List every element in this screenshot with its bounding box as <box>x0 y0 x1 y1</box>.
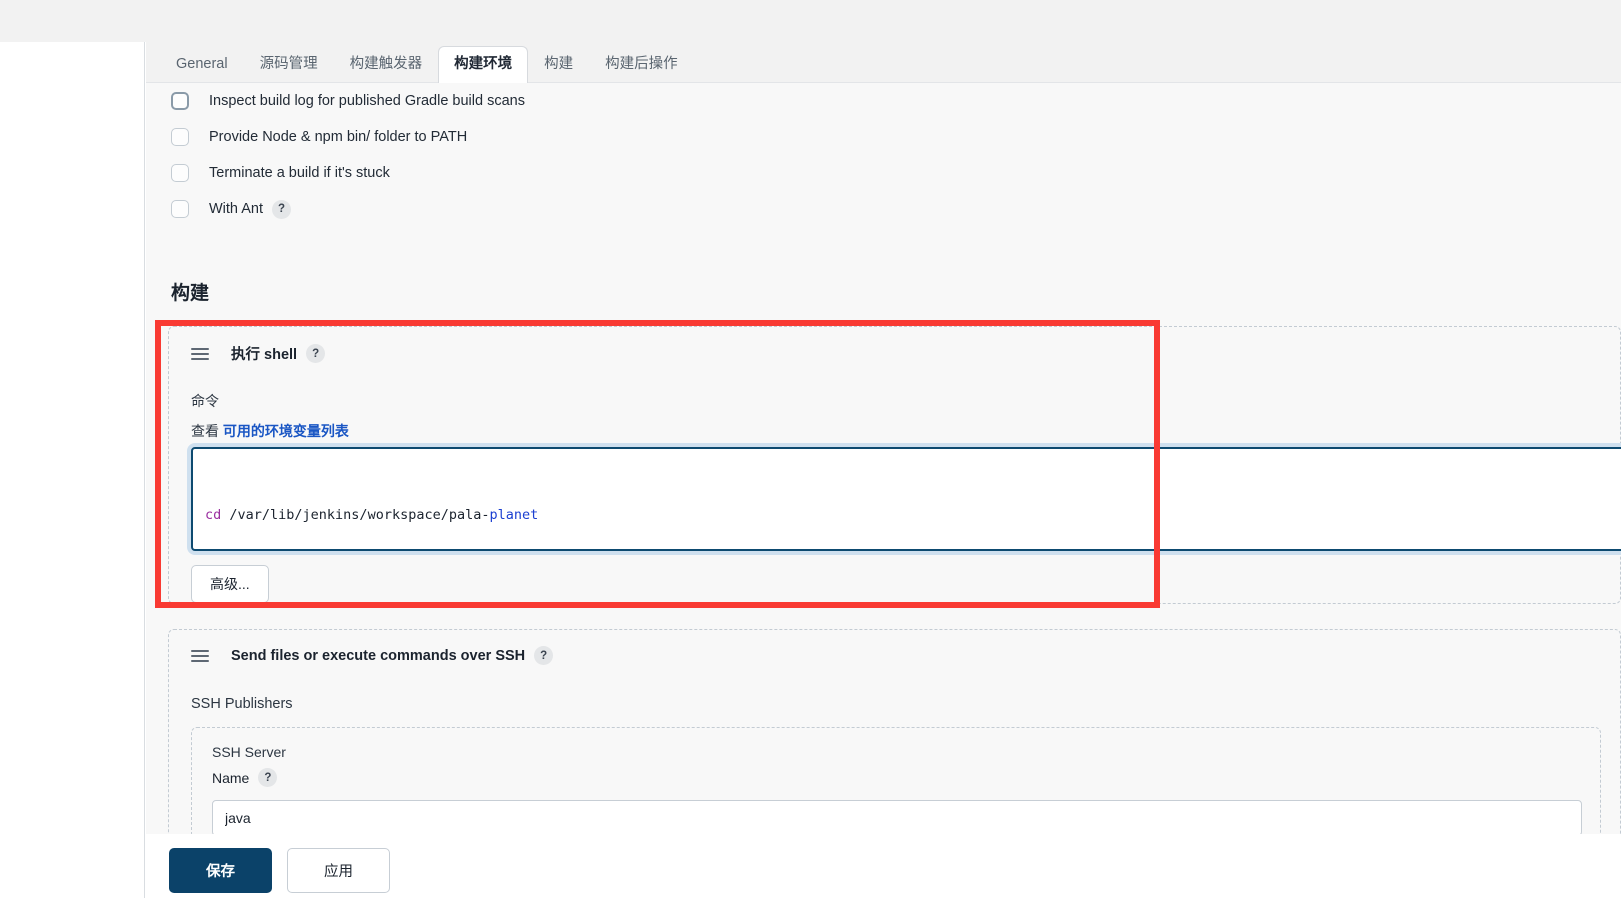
build-environment-options: Inspect build log for published Gradle b… <box>146 83 1621 227</box>
code-token: cd <box>205 507 222 523</box>
apply-button[interactable]: 应用 <box>287 848 390 893</box>
main-content: General 源码管理 构建触发器 构建环境 构建 构建后操作 Inspect… <box>146 42 1621 898</box>
advanced-button[interactable]: 高级... <box>191 565 269 603</box>
save-button[interactable]: 保存 <box>169 848 272 893</box>
config-tab-bar: General 源码管理 构建触发器 构建环境 构建 构建后操作 <box>146 42 1621 83</box>
checkbox-inspect-build-log[interactable] <box>171 92 189 110</box>
help-icon[interactable]: ? <box>306 344 326 363</box>
form-action-bar: 保存 应用 <box>169 848 390 893</box>
code-content[interactable]: cd /var/lib/jenkins/workspace/pala-plane… <box>193 449 1621 549</box>
tab-build[interactable]: 构建 <box>528 46 589 83</box>
option-label: With Ant <box>209 201 263 217</box>
help-icon[interactable]: ? <box>534 646 554 665</box>
ssh-publishers-label: SSH Publishers <box>191 696 293 712</box>
code-token: planet <box>489 507 539 523</box>
option-label: Provide Node & npm bin/ folder to PATH <box>209 129 468 145</box>
tab-scm[interactable]: 源码管理 <box>244 46 334 83</box>
drag-handle-icon[interactable] <box>191 649 209 662</box>
ssh-name-label: Name <box>212 769 250 786</box>
ssh-server-name-input[interactable] <box>212 800 1582 836</box>
help-icon[interactable]: ? <box>258 768 278 787</box>
left-sidebar <box>0 42 145 898</box>
env-vars-hint: 查看 可用的环境变量列表 <box>191 421 349 441</box>
app-root: General 源码管理 构建触发器 构建环境 构建 构建后操作 Inspect… <box>0 0 1621 898</box>
tab-post-build[interactable]: 构建后操作 <box>589 46 694 83</box>
help-icon[interactable]: ? <box>272 199 291 219</box>
option-row-gradle-scan[interactable]: Inspect build log for published Gradle b… <box>146 83 1621 119</box>
hint-prefix: 查看 <box>191 423 219 439</box>
option-label: Inspect build log for published Gradle b… <box>209 93 525 109</box>
option-row-node-npm[interactable]: Provide Node & npm bin/ folder to PATH <box>146 119 1621 155</box>
step-title: 执行 shell <box>231 347 298 363</box>
checkbox-with-ant[interactable] <box>171 200 189 218</box>
option-row-with-ant[interactable]: With Ant ? <box>146 191 1621 227</box>
tab-build-environment[interactable]: 构建环境 <box>438 45 529 83</box>
option-row-terminate-build[interactable]: Terminate a build if it's stuck <box>146 155 1621 191</box>
ssh-server-label: SSH Server <box>212 744 286 760</box>
checkbox-terminate-build[interactable] <box>171 164 189 182</box>
tab-build-triggers[interactable]: 构建触发器 <box>334 46 439 83</box>
drag-handle-icon[interactable] <box>191 347 209 360</box>
env-vars-link[interactable]: 可用的环境变量列表 <box>223 423 349 439</box>
checkbox-provide-node-npm[interactable] <box>171 128 189 146</box>
step-header: Send files or execute commands over SSH … <box>169 630 1620 665</box>
code-token: /var/lib/jenkins/workspace/pala- <box>221 507 490 523</box>
ssh-name-row: Name ? <box>212 768 278 787</box>
command-label: 命令 <box>191 393 219 409</box>
step-header: 执行 shell ? <box>169 327 1620 364</box>
page-title: 构建 <box>171 283 210 304</box>
option-label: Terminate a build if it's stuck <box>209 165 390 181</box>
build-step-execute-shell: 执行 shell ? 命令 查看 可用的环境变量列表 cd /var/lib/j… <box>168 326 1621 604</box>
code-line-1: cd /var/lib/jenkins/workspace/pala-plane… <box>205 504 1621 527</box>
tab-general[interactable]: General <box>160 46 244 83</box>
step-title: Send files or execute commands over SSH <box>231 647 526 664</box>
shell-command-editor[interactable]: cd /var/lib/jenkins/workspace/pala-plane… <box>191 447 1621 551</box>
top-header-band <box>0 0 1621 42</box>
